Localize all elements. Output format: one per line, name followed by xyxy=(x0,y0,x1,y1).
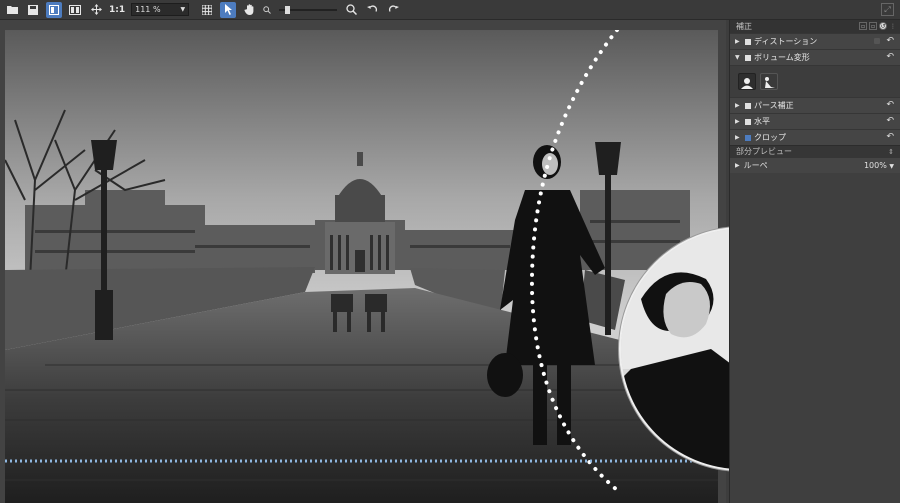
menu-icon[interactable]: ⋮ xyxy=(889,22,897,30)
panel-item-label: パース補正 xyxy=(754,101,794,110)
grid-icon[interactable] xyxy=(199,2,215,18)
panel-title: 補正 xyxy=(736,22,752,31)
image-canvas[interactable] xyxy=(0,20,863,503)
compare-icon[interactable] xyxy=(46,1,62,18)
panel-item-perspective[interactable]: ▶ パース補正 ↶ xyxy=(730,97,900,113)
figure-mode-button[interactable] xyxy=(760,73,778,90)
copy-icon[interactable]: ▫ xyxy=(859,22,867,30)
section-toggle-icon[interactable]: ⇕ xyxy=(888,148,894,156)
expand-triangle-icon[interactable]: ▶ xyxy=(735,102,741,109)
panel-item-label: ボリューム変形 xyxy=(754,53,810,62)
correction-panel: 補正 ▫ ▫ ↺ ⋮ ▶ ディストーション ↶ ▼ ボリューム変形 ↶ ▶ パー… xyxy=(729,20,900,503)
save-icon[interactable] xyxy=(25,2,41,18)
toolbar: 1:1 111 % ▼ ⤢ xyxy=(0,0,900,20)
move-icon[interactable] xyxy=(88,2,104,18)
panel-item-volume-deformation[interactable]: ▼ ボリューム変形 ↶ xyxy=(730,49,900,65)
portrait-mode-button[interactable] xyxy=(738,73,756,90)
bust-icon xyxy=(741,78,753,89)
zoom-in-icon[interactable] xyxy=(343,2,359,18)
expand-triangle-icon[interactable]: ▶ xyxy=(735,118,741,125)
loupe-label: ルーペ xyxy=(743,161,768,170)
app-window: 1:1 111 % ▼ ⤢ 補正 ▫ ▫ ↺ ⋮ ▶ ディストーション ↶ ▼ … xyxy=(0,0,900,503)
checkbox[interactable] xyxy=(745,54,751,61)
panel-item-distortion[interactable]: ▶ ディストーション ↶ xyxy=(730,33,900,49)
zoom-value: 111 % xyxy=(135,5,161,14)
reset-icon[interactable]: ↶ xyxy=(886,52,894,62)
partial-preview-section[interactable]: 部分プレビュー ⇕ xyxy=(730,145,900,157)
reset-icon[interactable]: ↶ xyxy=(886,132,894,142)
volume-deformation-options xyxy=(730,65,900,97)
rotate-right-icon[interactable] xyxy=(385,2,401,18)
zoom-slider-thumb[interactable] xyxy=(285,5,291,14)
figure-icon xyxy=(765,77,775,88)
reset-all-icon[interactable]: ↺ xyxy=(879,22,887,30)
section-title: 部分プレビュー xyxy=(736,147,792,156)
checkbox-checked[interactable] xyxy=(745,134,751,141)
loupe-zoom-select[interactable]: 100% ▼ xyxy=(864,161,894,170)
fullscreen-icon[interactable]: ⤢ xyxy=(881,3,894,16)
zoom-slider[interactable] xyxy=(279,5,338,14)
panel-header: 補正 ▫ ▫ ↺ ⋮ xyxy=(730,20,900,33)
expand-triangle-icon[interactable]: ▶ xyxy=(735,162,740,169)
reset-icon[interactable]: ↶ xyxy=(886,100,894,110)
zoom-select[interactable]: 111 % ▼ xyxy=(131,3,190,16)
expand-triangle-icon[interactable]: ▶ xyxy=(735,38,741,45)
chevron-down-icon: ▼ xyxy=(889,163,894,170)
actual-size-button[interactable]: 1:1 xyxy=(109,5,125,15)
pointer-icon[interactable] xyxy=(220,1,237,18)
loupe-zoom-value: 100% xyxy=(863,161,887,170)
panel-item-label: クロップ xyxy=(754,133,786,142)
checkbox[interactable] xyxy=(745,118,751,125)
photo-preview[interactable] xyxy=(5,30,718,503)
chevron-down-icon: ▼ xyxy=(180,6,186,13)
split-view-icon[interactable] xyxy=(67,2,83,18)
hand-icon[interactable] xyxy=(241,2,257,18)
reset-icon[interactable]: ↶ xyxy=(886,116,894,126)
folder-icon[interactable] xyxy=(4,2,20,18)
panel-item-crop[interactable]: ▶ クロップ ↶ xyxy=(730,129,900,145)
reset-icon[interactable]: ↶ xyxy=(886,36,894,46)
panel-item-horizon[interactable]: ▶ 水平 ↶ xyxy=(730,113,900,129)
panel-header-icons: ▫ ▫ ↺ ⋮ xyxy=(859,22,897,30)
expand-triangle-icon[interactable]: ▶ xyxy=(735,134,741,141)
checkbox[interactable] xyxy=(745,102,751,109)
collapse-triangle-icon[interactable]: ▼ xyxy=(735,54,741,61)
rotate-left-icon[interactable] xyxy=(364,2,380,18)
paste-icon[interactable]: ▫ xyxy=(869,22,877,30)
panel-item-label: ディストーション xyxy=(754,37,818,46)
loupe-row[interactable]: ▶ ルーペ 100% ▼ xyxy=(730,157,900,173)
panel-item-label: 水平 xyxy=(754,117,770,126)
zoom-out-icon[interactable] xyxy=(262,2,272,18)
lock-icon xyxy=(874,38,880,44)
checkbox[interactable] xyxy=(745,38,751,45)
